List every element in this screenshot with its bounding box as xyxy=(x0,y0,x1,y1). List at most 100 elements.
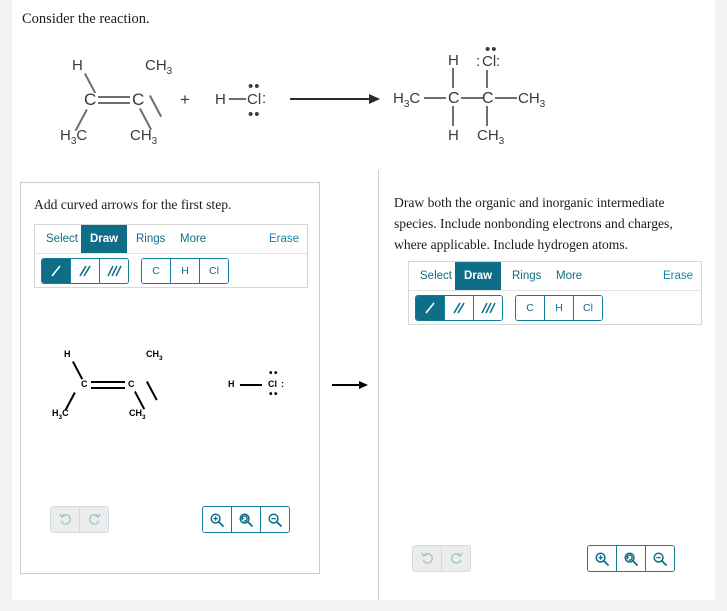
bond-c2-h-top xyxy=(452,68,454,88)
canvas-hcl-h: H xyxy=(228,379,235,389)
right-undo-redo-group xyxy=(412,545,471,572)
product-cl-lone-top: •• xyxy=(485,41,498,58)
hcl-cl: Cl xyxy=(247,91,262,108)
left-undo-redo-group xyxy=(50,506,109,533)
product-c3: C xyxy=(482,90,494,107)
canvas-alkene-c2: C xyxy=(128,379,135,389)
undo-icon[interactable] xyxy=(51,507,80,532)
alkene-top-right-ch3: CH3 xyxy=(145,57,173,77)
canvas-bond-h-c1 xyxy=(72,361,83,380)
product-c2: C xyxy=(448,90,460,107)
single-bond-icon[interactable] xyxy=(42,259,71,283)
tab-rings-right[interactable]: Rings xyxy=(503,262,550,290)
zoom-reset-icon[interactable] xyxy=(232,507,261,532)
redo-icon[interactable] xyxy=(80,507,108,532)
erase-button-right[interactable]: Erase xyxy=(663,262,693,290)
canvas-bond-c2-ch3-bottom xyxy=(134,391,145,410)
right-toolbar-tools: C H Cl xyxy=(409,291,701,323)
bond-type-group-right xyxy=(415,295,503,321)
zoom-reset-icon-right[interactable] xyxy=(617,546,646,571)
double-bond-line-2 xyxy=(98,102,130,104)
element-button-h-right[interactable]: H xyxy=(545,296,574,320)
canvas-hcl-lone-bottom: •• xyxy=(269,389,280,400)
left-toolbar-tabs: Select Draw Rings More Erase xyxy=(35,225,307,254)
canvas-alkene-c1: C xyxy=(81,379,88,389)
double-bond-line-1 xyxy=(98,96,130,98)
element-button-cl-right[interactable]: Cl xyxy=(574,296,602,320)
tab-draw-right[interactable]: Draw xyxy=(455,262,502,290)
alkene-carbon-1: C xyxy=(84,90,97,109)
canvas-alkene-bottom-ch3: CH3 xyxy=(129,408,146,421)
right-toolbar-tabs: Select Draw Rings More Erase xyxy=(409,262,701,291)
redo-icon-right[interactable] xyxy=(442,546,470,571)
right-panel-instruction: Draw both the organic and inorganic inte… xyxy=(394,195,673,252)
alkene-bottom-left-h3c: H3C xyxy=(60,127,88,147)
panel-divider xyxy=(378,170,379,600)
product-cl-lone-right: : xyxy=(496,53,501,70)
alkene-top-left-h: H xyxy=(72,57,83,74)
canvas-hcl-cl: Cl xyxy=(268,379,277,389)
canvas-bond-h-cl xyxy=(240,384,262,386)
bond-c3-cl xyxy=(486,70,488,88)
right-zoom-group xyxy=(587,545,675,572)
element-button-h[interactable]: H xyxy=(171,259,200,283)
plus-sign: + xyxy=(180,90,190,109)
double-bond-icon-right[interactable] xyxy=(445,296,474,320)
bond-ch3-c2 xyxy=(424,97,446,99)
undo-icon-right[interactable] xyxy=(413,546,442,571)
bond-type-group xyxy=(41,258,129,284)
zoom-in-icon[interactable] xyxy=(203,507,232,532)
page-content: Consider the reaction. H CH3 C C H3C CH3… xyxy=(12,0,715,600)
triple-bond-icon[interactable] xyxy=(100,259,128,283)
alkene-carbon-2: C xyxy=(132,90,145,109)
tab-more-right[interactable]: More xyxy=(547,262,591,290)
alkene-bottom-right-ch3: CH3 xyxy=(130,127,158,147)
hcl-lone-pair-bottom: •• xyxy=(248,106,261,123)
left-panel-instruction: Add curved arrows for the first step. xyxy=(34,197,232,212)
canvas-double-bond-1 xyxy=(91,381,125,383)
element-button-cl[interactable]: Cl xyxy=(200,259,228,283)
bond-c3-ch3-right xyxy=(495,97,517,99)
product-cl: Cl xyxy=(482,53,497,70)
canvas-hcl-lone-top: •• xyxy=(269,368,280,379)
page-title: Consider the reaction. xyxy=(22,11,150,27)
left-toolbar-tools: C H Cl xyxy=(35,254,307,286)
tab-more[interactable]: More xyxy=(171,225,215,253)
tab-select[interactable]: Select xyxy=(37,225,87,253)
left-zoom-group xyxy=(202,506,290,533)
product-left-methyl: H3C xyxy=(393,90,421,110)
bond-c3-ch3-bottom xyxy=(486,106,488,126)
canvas-hcl-lone-right: : xyxy=(281,379,284,389)
canvas-double-bond-2 xyxy=(91,387,125,389)
tab-select-right[interactable]: Select xyxy=(411,262,461,290)
left-toolbar: Select Draw Rings More Erase C H Cl xyxy=(34,224,308,288)
canvas-alkene-bottom-h3c: H3C xyxy=(52,408,69,421)
canvas-alkene-top-ch3: CH3 xyxy=(146,349,163,362)
tab-draw[interactable]: Draw xyxy=(81,225,128,253)
zoom-out-icon[interactable] xyxy=(261,507,289,532)
product-cl-lone-left: : xyxy=(476,53,481,70)
zoom-in-icon-right[interactable] xyxy=(588,546,617,571)
canvas-bond-c2-ch3-top xyxy=(146,381,158,401)
tab-rings[interactable]: Rings xyxy=(127,225,174,253)
element-button-c[interactable]: C xyxy=(142,259,171,283)
product-c2-bottom-h: H xyxy=(448,127,459,144)
hcl-h: H xyxy=(215,91,226,108)
product-right-methyl: CH3 xyxy=(518,90,546,110)
element-button-c-right[interactable]: C xyxy=(516,296,545,320)
zoom-out-icon-right[interactable] xyxy=(646,546,674,571)
left-drawing-canvas[interactable]: H CH3 C C H3C CH3 H •• Cl : •• xyxy=(34,292,306,496)
hcl-lone-pair-top: •• xyxy=(248,78,261,95)
triple-bond-icon-right[interactable] xyxy=(474,296,502,320)
erase-button[interactable]: Erase xyxy=(269,225,299,253)
double-bond-icon[interactable] xyxy=(71,259,100,283)
bond-c2-c3 xyxy=(461,97,483,99)
element-group: C H Cl xyxy=(141,258,229,284)
product-c3-bottom-ch3: CH3 xyxy=(477,127,505,147)
bond-c2-h-bottom xyxy=(452,106,454,126)
element-group-right: C H Cl xyxy=(515,295,603,321)
right-drawing-canvas[interactable] xyxy=(408,330,700,530)
single-bond-icon-right[interactable] xyxy=(416,296,445,320)
product-c2-top-h: H xyxy=(448,52,459,69)
bond-c2-to-ch3-top xyxy=(149,95,162,118)
